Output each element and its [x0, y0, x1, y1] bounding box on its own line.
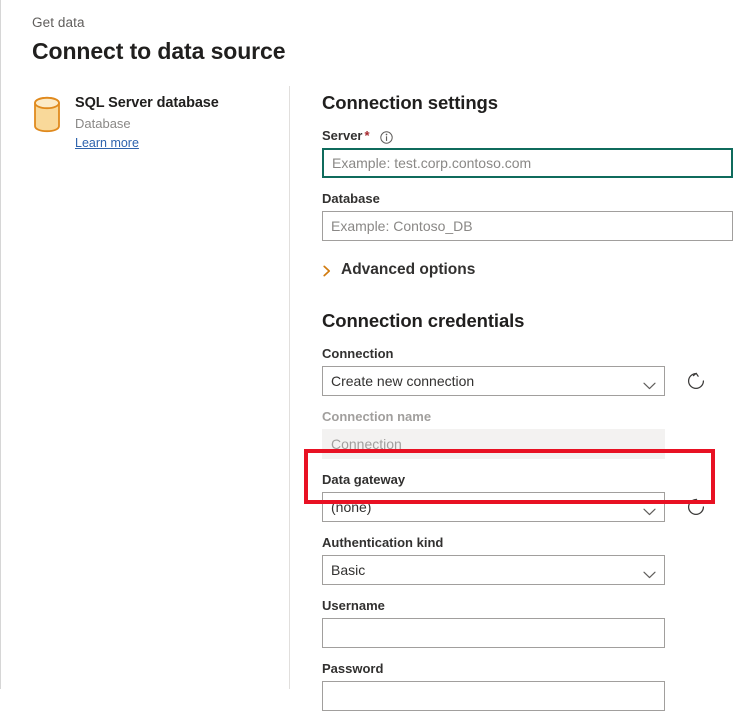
authentication-kind-select[interactable]: Basic: [322, 555, 665, 585]
server-label: Server *: [322, 127, 734, 145]
page-title: Connect to data source: [32, 38, 286, 64]
chevron-right-icon: [322, 264, 332, 277]
username-field-group: Username: [322, 597, 734, 648]
password-input[interactable]: [322, 681, 665, 711]
data-source-card: SQL Server database Database Learn more: [32, 94, 219, 152]
chevron-down-icon: [643, 377, 656, 390]
data-source-name: SQL Server database: [75, 95, 219, 111]
data-gateway-select-value: (none): [331, 499, 372, 515]
database-label: Database: [322, 191, 380, 206]
connection-name-label: Connection name: [322, 409, 432, 424]
learn-more-link[interactable]: Learn more: [75, 135, 139, 152]
refresh-icon[interactable]: [685, 496, 707, 518]
connection-select[interactable]: Create new connection: [322, 366, 665, 396]
database-input[interactable]: [322, 211, 733, 241]
chevron-down-icon: [643, 566, 656, 579]
breadcrumb: Get data: [32, 15, 85, 30]
dialog-header: Get data Connect to data source: [32, 14, 532, 67]
connection-field-group: Connection Create new connection: [322, 345, 734, 396]
authentication-kind-field-group: Authentication kind Basic: [322, 534, 734, 585]
refresh-icon[interactable]: [685, 370, 707, 392]
data-gateway-select-row: (none): [322, 492, 734, 522]
required-indicator: *: [364, 128, 370, 143]
database-cylinder-icon: [32, 96, 62, 134]
authentication-kind-label: Authentication kind: [322, 535, 444, 550]
advanced-options-toggle[interactable]: Advanced options: [322, 260, 475, 280]
data-gateway-field-group: Data gateway (none): [322, 471, 734, 522]
connection-name-input: [322, 429, 665, 459]
connection-select-row: Create new connection: [322, 366, 734, 396]
server-input[interactable]: [322, 148, 733, 178]
connection-form-pane: Connection settings Server * Database: [322, 90, 734, 711]
password-label: Password: [322, 661, 384, 676]
advanced-options-label: Advanced options: [341, 261, 476, 278]
username-label: Username: [322, 598, 385, 613]
connection-credentials-heading: Connection credentials: [322, 310, 525, 331]
server-field-group: Server *: [322, 127, 734, 178]
password-field-group: Password: [322, 660, 734, 711]
chevron-down-icon: [643, 503, 656, 516]
server-label-text: Server: [322, 128, 363, 143]
data-source-category: Database: [75, 116, 131, 131]
info-circle-icon[interactable]: [379, 130, 393, 144]
username-input[interactable]: [322, 618, 665, 648]
data-gateway-select[interactable]: (none): [322, 492, 665, 522]
data-source-pane: SQL Server database Database Learn more: [1, 86, 290, 689]
connection-label: Connection: [322, 346, 394, 361]
connect-to-data-source-dialog: Get data Connect to data source SQL Serv…: [0, 0, 745, 711]
connection-settings-heading: Connection settings: [322, 92, 498, 113]
data-source-text: SQL Server database Database Learn more: [75, 94, 219, 152]
database-field-group: Database: [322, 190, 734, 241]
data-gateway-label: Data gateway: [322, 472, 406, 487]
authentication-kind-value: Basic: [331, 562, 366, 578]
connection-select-value: Create new connection: [331, 373, 475, 389]
connection-name-field-group: Connection name: [322, 408, 734, 459]
